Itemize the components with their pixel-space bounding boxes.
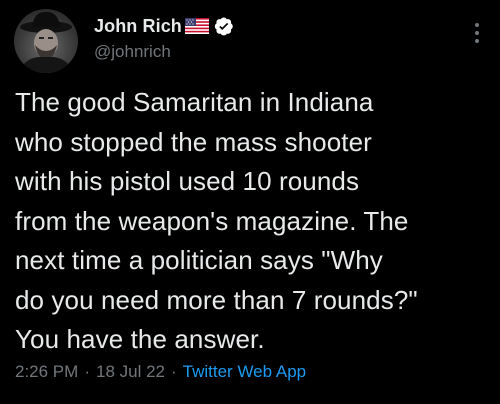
- name-row: John Rich: [94, 14, 234, 38]
- more-options-icon[interactable]: [474, 22, 480, 44]
- display-name[interactable]: John Rich: [94, 16, 182, 37]
- tweet-meta: 2:26 PM · 18 Jul 22 · Twitter Web App: [15, 362, 306, 382]
- avatar[interactable]: [14, 9, 78, 73]
- tweet-source-link[interactable]: Twitter Web App: [183, 362, 306, 382]
- tweet-text: The good Samaritan in Indiana who stoppe…: [15, 87, 418, 354]
- meta-separator: ·: [84, 362, 90, 381]
- tweet: John Rich @johnrich The good Samaritan i…: [0, 0, 500, 404]
- user-handle[interactable]: @johnrich: [94, 42, 234, 62]
- us-flag-icon: [184, 18, 209, 34]
- avatar-image: [18, 11, 74, 73]
- tweet-time[interactable]: 2:26 PM: [15, 362, 78, 382]
- tweet-date[interactable]: 18 Jul 22: [96, 362, 165, 382]
- verified-badge-icon: [214, 16, 234, 36]
- meta-separator: ·: [170, 362, 177, 381]
- tweet-header: John Rich @johnrich: [94, 14, 234, 62]
